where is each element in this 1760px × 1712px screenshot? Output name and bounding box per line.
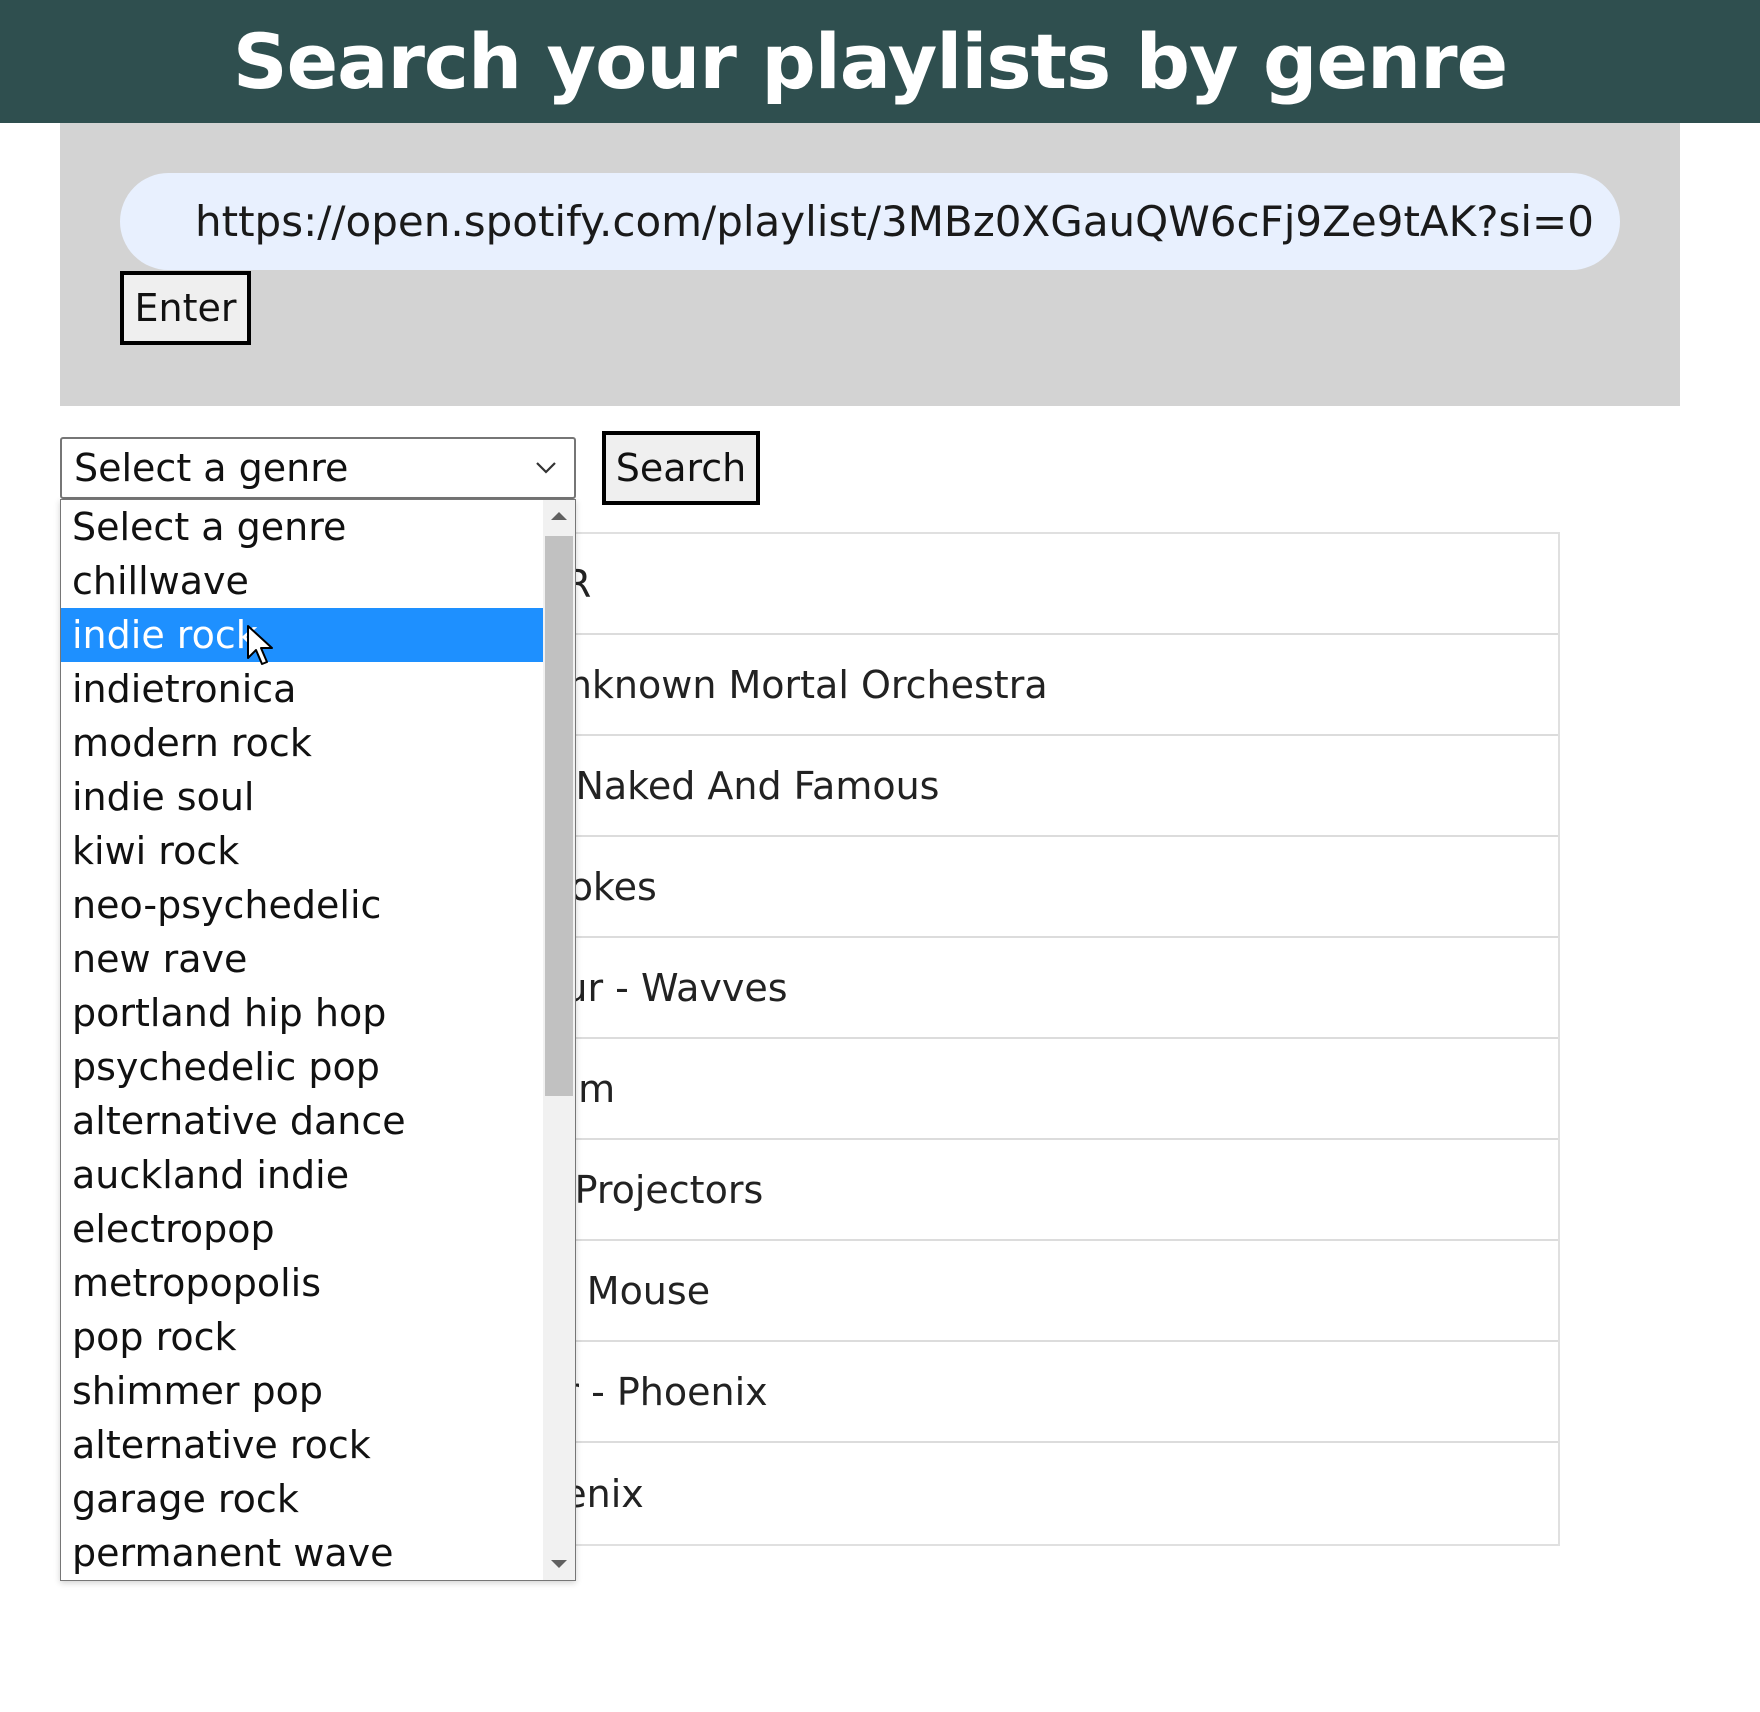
scroll-down-arrow-icon[interactable] (551, 1560, 567, 1568)
genre-dropdown-list: Select a genre chillwave indie rock indi… (60, 499, 576, 1581)
scroll-up-arrow-icon[interactable] (551, 512, 567, 520)
genre-option[interactable]: modern rock (61, 716, 543, 770)
genre-option[interactable]: kiwi rock (61, 824, 543, 878)
genre-option[interactable]: indietronica (61, 662, 543, 716)
genre-option[interactable]: permanent wave (61, 1526, 543, 1580)
genre-select-value: Select a genre (74, 446, 349, 490)
playlist-url-input[interactable] (120, 173, 1620, 270)
genre-options: Select a genre chillwave indie rock indi… (61, 500, 543, 1580)
page: Search your playlists by genre Enter Sel… (0, 0, 1760, 1712)
url-panel: Enter (60, 123, 1680, 406)
scroll-thumb[interactable] (545, 536, 573, 1096)
genre-option[interactable]: alternative dance (61, 1094, 543, 1148)
genre-option[interactable]: electropop (61, 1202, 543, 1256)
search-button[interactable]: Search (602, 431, 760, 505)
genre-option[interactable]: metropopolis (61, 1256, 543, 1310)
chevron-down-icon (536, 462, 556, 474)
genre-select[interactable]: Select a genre (60, 437, 576, 499)
genre-option[interactable]: chillwave (61, 554, 543, 608)
genre-option[interactable]: Select a genre (61, 500, 543, 554)
genre-option[interactable]: new rave (61, 932, 543, 986)
genre-option[interactable]: indie soul (61, 770, 543, 824)
genre-option[interactable]: psychedelic pop (61, 1040, 543, 1094)
dropdown-scrollbar[interactable] (543, 500, 575, 1580)
genre-option[interactable]: garage rock (61, 1472, 543, 1526)
genre-option[interactable]: portland hip hop (61, 986, 543, 1040)
page-title: Search your playlists by genre (232, 17, 1508, 106)
enter-button[interactable]: Enter (120, 271, 251, 345)
page-header: Search your playlists by genre (0, 0, 1760, 123)
genre-option[interactable]: auckland indie (61, 1148, 543, 1202)
genre-option[interactable]: shimmer pop (61, 1364, 543, 1418)
genre-option[interactable]: alternative rock (61, 1418, 543, 1472)
genre-option-highlighted[interactable]: indie rock (61, 608, 543, 662)
genre-option[interactable]: pop rock (61, 1310, 543, 1364)
genre-option[interactable]: neo-psychedelic (61, 878, 543, 932)
